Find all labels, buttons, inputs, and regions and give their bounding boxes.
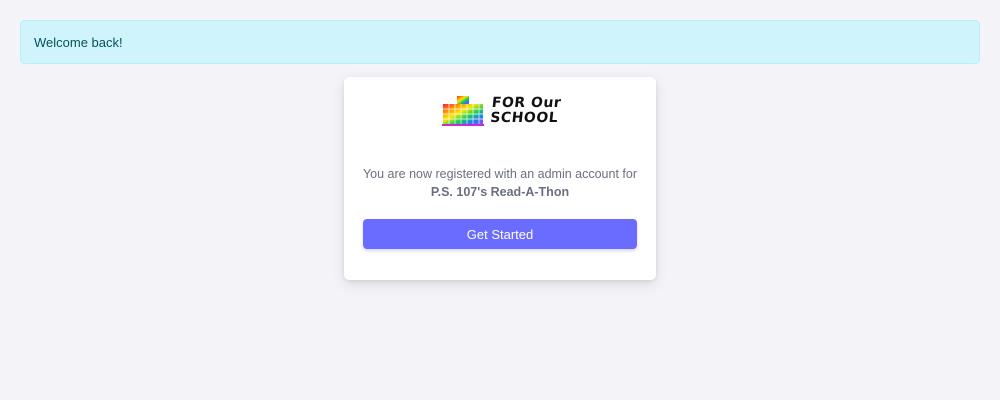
logo-line-1: FOR Our [491, 95, 563, 111]
registration-message: You are now registered with an admin acc… [344, 165, 656, 201]
school-building-icon [442, 96, 484, 126]
brand-logo: FOR Our SCHOOL [441, 95, 563, 127]
logo-line-2: SCHOOL [489, 110, 559, 126]
alert-message: Welcome back! [34, 34, 123, 50]
get-started-button[interactable]: Get Started [363, 219, 637, 249]
registration-text: You are now registered with an admin acc… [362, 167, 637, 181]
welcome-alert: Welcome back! [20, 20, 980, 64]
logo-wordmark: FOR Our SCHOOL [489, 95, 563, 126]
organization-name: P.S. 107's Read-A-Thon [430, 185, 570, 199]
registration-card: FOR Our SCHOOL You are now registered wi… [344, 77, 656, 280]
